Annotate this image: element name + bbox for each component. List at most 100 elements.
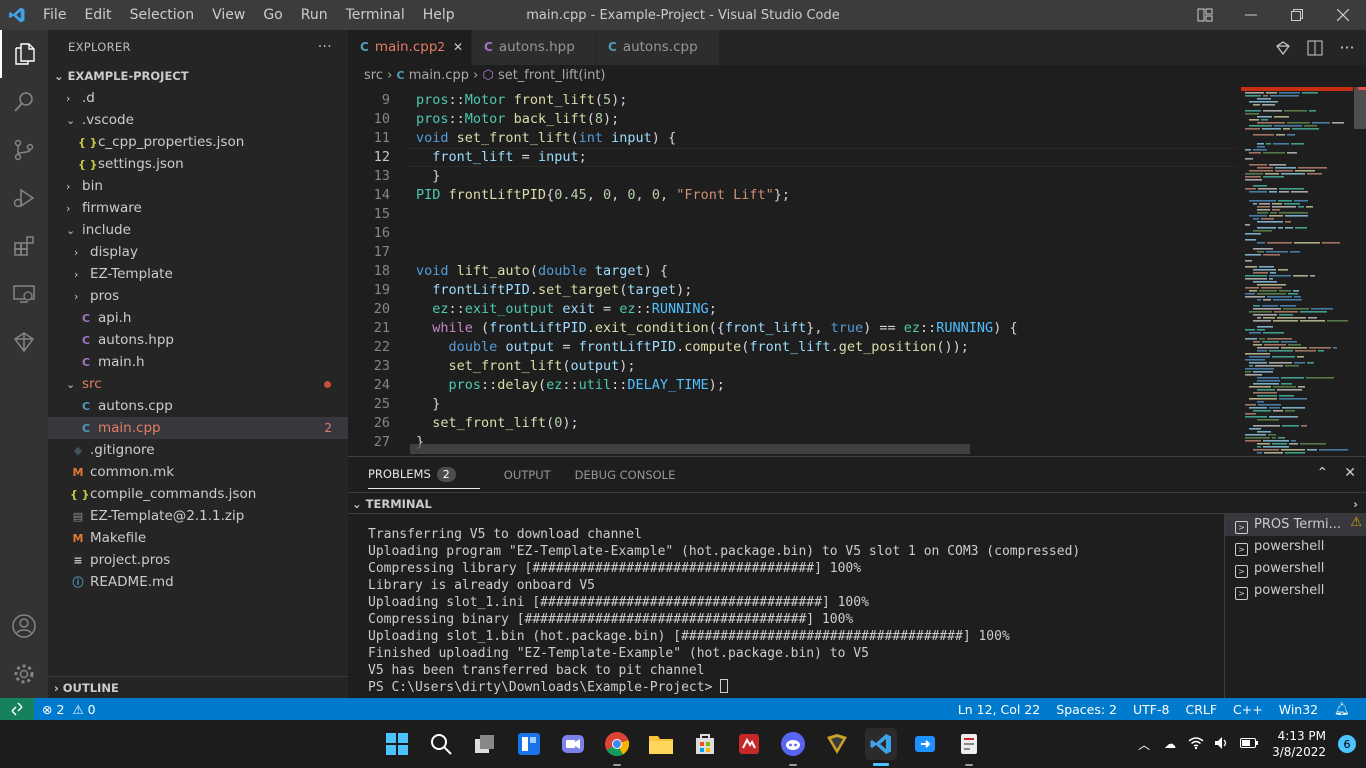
search-icon[interactable]	[0, 78, 48, 126]
close-button[interactable]	[1320, 0, 1366, 30]
tab-main-cpp[interactable]: Cmain.cpp 2 ✕	[348, 30, 472, 65]
start-button-icon[interactable]	[381, 728, 413, 760]
menu-item[interactable]: Go	[254, 0, 291, 30]
code-line[interactable]: 19 frontLiftPID.set_target(target);	[348, 281, 1238, 300]
pros-action-icon[interactable]	[1270, 30, 1296, 65]
split-editor-icon[interactable]	[1302, 30, 1328, 65]
tree-item[interactable]: ⓘ README.md	[48, 571, 348, 593]
restore-button[interactable]	[1274, 0, 1320, 30]
tree-item[interactable]: { }settings.json	[48, 153, 348, 175]
menu-item[interactable]: Selection	[121, 0, 204, 30]
minimize-button[interactable]	[1228, 0, 1274, 30]
app-red-icon[interactable]	[733, 728, 765, 760]
outline-section[interactable]: › OUTLINE	[48, 676, 348, 698]
end-of-line[interactable]: CRLF	[1185, 702, 1217, 717]
code-line[interactable]: 23 set_front_lift(output);	[348, 357, 1238, 376]
tree-item[interactable]: { }compile_commands.json	[48, 483, 348, 505]
chrome-icon[interactable]	[601, 728, 633, 766]
tree-item[interactable]: › firmware	[48, 197, 348, 219]
code-line[interactable]: 18 void lift_auto(double target) {	[348, 262, 1238, 281]
close-panel-icon[interactable]: ✕	[1344, 465, 1356, 481]
more-actions-icon[interactable]: ···	[1334, 30, 1360, 65]
vex-app-icon[interactable]	[821, 728, 853, 760]
notifications-bell-icon[interactable]: 🔔︎	[1334, 701, 1350, 717]
panel-tab-problems[interactable]: PROBLEMS 2	[368, 466, 480, 489]
language-mode[interactable]: C++	[1233, 702, 1263, 717]
code-line[interactable]: 14 PID frontLiftPID{0.45, 0, 0, 0, "Front…	[348, 186, 1238, 205]
code-line[interactable]: 9 pros::Motor front_lift(5);	[348, 91, 1238, 110]
tree-item[interactable]: Cmain.h	[48, 351, 348, 373]
clock[interactable]: 4:13 PM 3/8/2022	[1272, 728, 1326, 760]
menu-item[interactable]: File	[34, 0, 75, 30]
remote-indicator-icon[interactable]	[0, 698, 34, 720]
tree-item[interactable]: Capi.h	[48, 307, 348, 329]
code-line[interactable]: 11 void set_front_lift(int input) {	[348, 129, 1238, 148]
source-control-icon[interactable]	[0, 126, 48, 174]
run-debug-icon[interactable]	[0, 174, 48, 222]
battery-icon[interactable]	[1240, 737, 1259, 751]
breadcrumb-symbol[interactable]: set_front_lift(int)	[498, 68, 606, 83]
layout-icon[interactable]	[1182, 0, 1228, 30]
terminal-header[interactable]: ⌄ TERMINAL ›	[348, 492, 1366, 514]
close-tab-icon[interactable]: ✕	[453, 30, 463, 65]
store-icon[interactable]	[689, 728, 721, 760]
panel-tab-debug-console[interactable]: DEBUG CONSOLE	[575, 468, 676, 482]
extensions-icon[interactable]	[0, 222, 48, 270]
chevron-right-icon[interactable]: ›	[1353, 493, 1358, 515]
terminal-output[interactable]: Transferring V5 to download channel Uploa…	[368, 526, 1218, 696]
menu-item[interactable]: Terminal	[337, 0, 414, 30]
menu-item[interactable]: View	[203, 0, 254, 30]
code-line[interactable]: 24 pros::delay(ez::util::DELAY_TIME);	[348, 376, 1238, 395]
file-explorer-icon[interactable]	[645, 728, 677, 760]
volume-icon[interactable]	[1214, 736, 1230, 753]
tree-item[interactable]: › .d	[48, 87, 348, 109]
task-view-icon[interactable]	[469, 728, 501, 760]
menu-item[interactable]: Edit	[75, 0, 120, 30]
snip-tool-icon[interactable]	[909, 728, 941, 760]
pros-icon[interactable]	[0, 318, 48, 366]
platform[interactable]: Win32	[1279, 702, 1318, 717]
vertical-scrollbar[interactable]	[1354, 87, 1366, 456]
tree-item[interactable]: ⌄ .vscode	[48, 109, 348, 131]
code-line[interactable]: 21 while (frontLiftPID.exit_condition({f…	[348, 319, 1238, 338]
code-editor[interactable]: 9 pros::Motor front_lift(5); 10 pros::Motor…	[348, 87, 1366, 456]
problems-status[interactable]: ⊗ 2 ⚠ 0	[42, 702, 96, 717]
tree-item[interactable]: Mcommon.mk	[48, 461, 348, 483]
code-line[interactable]: 22 double output = frontLiftPID. compute (…	[348, 338, 1238, 357]
tree-item[interactable]: ≡ project.pros	[48, 549, 348, 571]
code-line[interactable]: 26 set_front_lift(0);	[348, 414, 1238, 433]
code-line[interactable]: 13 }	[348, 167, 1238, 186]
tree-item[interactable]: ⌄ src	[48, 373, 348, 395]
tree-item[interactable]: M Makefile	[48, 527, 348, 549]
code-line[interactable]: 16	[348, 224, 1238, 243]
code-line[interactable]: 20 ez::exit_output exit = ez::RUNNING;	[348, 300, 1238, 319]
minimap[interactable]	[1241, 87, 1353, 456]
tree-item[interactable]: ◆ .gitignore	[48, 439, 348, 461]
breadcrumb-file[interactable]: main.cpp	[409, 68, 469, 83]
cursor-position[interactable]: Ln 12, Col 22	[958, 702, 1040, 717]
horizontal-scrollbar[interactable]	[410, 444, 970, 454]
code-line[interactable]: 15	[348, 205, 1238, 224]
chevron-up-icon[interactable]: ︿	[1138, 736, 1150, 753]
tool-app-icon[interactable]	[953, 728, 985, 766]
panel-tab-output[interactable]: OUTPUT	[504, 468, 551, 482]
notification-count-badge[interactable]: 6	[1338, 735, 1356, 753]
widgets-icon[interactable]	[513, 728, 545, 760]
terminal-instance[interactable]: > PROS Termi...	[1225, 514, 1366, 536]
terminal-instance[interactable]: > powershell	[1225, 558, 1366, 580]
tab-autons-hpp[interactable]: Cautons.hpp	[472, 30, 596, 65]
tree-item[interactable]: Cautons.hpp	[48, 329, 348, 351]
code-line[interactable]: 17	[348, 243, 1238, 262]
explorer-icon[interactable]	[0, 30, 48, 78]
account-icon[interactable]	[0, 602, 48, 650]
tree-item[interactable]: { }c_cpp_properties.json	[48, 131, 348, 153]
tree-item[interactable]: Cautons.cpp	[48, 395, 348, 417]
indentation[interactable]: Spaces: 2	[1056, 702, 1117, 717]
search-icon[interactable]	[425, 728, 457, 760]
more-actions-icon[interactable]: ···	[318, 30, 332, 65]
remote-explorer-icon[interactable]	[0, 270, 48, 318]
tree-item[interactable]: Cmain.cpp 2	[48, 417, 348, 439]
breadcrumb-folder[interactable]: src	[364, 68, 383, 83]
project-header[interactable]: ⌄ EXAMPLE-PROJECT	[48, 65, 348, 87]
discord-icon[interactable]	[777, 728, 809, 766]
